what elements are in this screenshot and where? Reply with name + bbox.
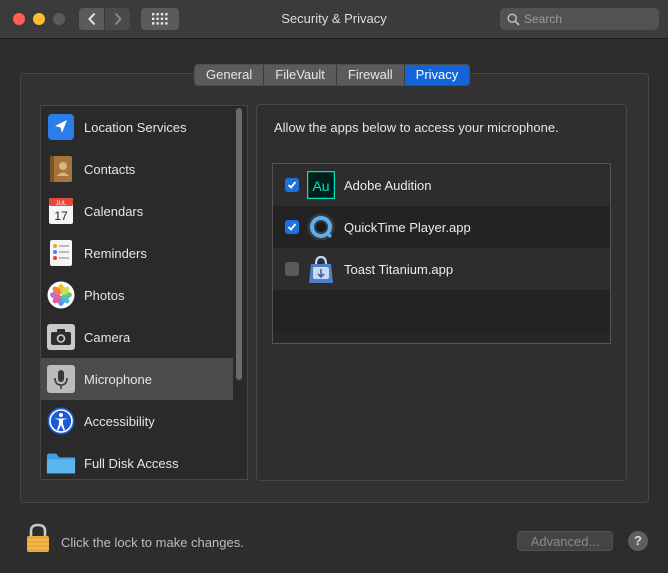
tab-filevault[interactable]: FileVault xyxy=(264,65,337,85)
sidebar-item-label: Photos xyxy=(84,287,125,303)
checkmark-icon xyxy=(287,181,297,189)
calendar-icon: JUL 17 xyxy=(46,196,76,226)
sidebar-item-photos[interactable]: Photos xyxy=(41,274,233,316)
tab-privacy[interactable]: Privacy xyxy=(404,65,470,85)
app-checkbox[interactable] xyxy=(285,262,299,276)
microphone-icon xyxy=(46,364,76,394)
app-checkbox[interactable] xyxy=(285,178,299,192)
sidebar-item-calendars[interactable]: JUL 17 Calendars xyxy=(41,190,233,232)
search-input[interactable] xyxy=(524,12,644,26)
camera-icon xyxy=(46,322,76,352)
lock-status-text: Click the lock to make changes. xyxy=(61,535,244,550)
adobe-audition-icon: Au xyxy=(307,171,335,199)
app-row-empty xyxy=(273,290,610,332)
checkmark-icon xyxy=(287,223,297,231)
title-bar: Security & Privacy xyxy=(0,0,668,39)
help-button[interactable]: ? xyxy=(628,531,648,551)
sidebar-item-label: Calendars xyxy=(84,203,144,219)
sidebar-item-label: Camera xyxy=(84,329,131,345)
lock-button[interactable] xyxy=(26,523,50,558)
sidebar-item-label: Microphone xyxy=(84,371,152,387)
tab-firewall[interactable]: Firewall xyxy=(336,65,405,85)
sidebar-item-location-services[interactable]: Location Services xyxy=(41,106,233,148)
location-arrow-icon xyxy=(46,112,76,142)
tab-bar: General FileVault Firewall Privacy xyxy=(194,64,471,86)
accessibility-person-icon xyxy=(46,406,76,436)
app-name: Adobe Audition xyxy=(344,177,432,193)
photos-flower-icon xyxy=(46,280,76,310)
contacts-book-icon xyxy=(46,154,76,184)
privacy-category-list: Location Services Contacts JUL 17 Calend… xyxy=(40,105,248,480)
quicktime-icon xyxy=(307,213,335,241)
sidebar-item-label: Full Disk Access xyxy=(84,455,179,471)
reminders-list-icon xyxy=(46,238,76,268)
app-row-adobe-audition[interactable]: Au Adobe Audition xyxy=(273,164,610,206)
sidebar-item-contacts[interactable]: Contacts xyxy=(41,148,233,190)
sidebar-item-camera[interactable]: Camera xyxy=(41,316,233,358)
sidebar-item-reminders[interactable]: Reminders xyxy=(41,232,233,274)
sidebar-item-label: Contacts xyxy=(84,161,136,177)
app-row-toast-titanium[interactable]: Toast Titanium.app xyxy=(273,248,610,290)
search-icon xyxy=(507,12,520,26)
lock-icon xyxy=(27,523,49,552)
sidebar-item-label: Accessibility xyxy=(84,413,155,429)
sidebar-item-full-disk-access[interactable]: Full Disk Access xyxy=(41,442,233,479)
toast-titanium-icon xyxy=(307,255,335,283)
microphone-description: Allow the apps below to access your micr… xyxy=(274,120,559,135)
app-name: QuickTime Player.app xyxy=(344,219,471,235)
search-field[interactable] xyxy=(500,8,659,30)
audition-icon-text: Au xyxy=(312,178,329,194)
sidebar-item-label: Location Services xyxy=(84,119,187,135)
sidebar-item-accessibility[interactable]: Accessibility xyxy=(41,400,233,442)
sidebar-scrollbar[interactable] xyxy=(235,108,243,477)
app-list: Au Adobe Audition QuickTime Player.app T… xyxy=(272,163,611,344)
advanced-button[interactable]: Advanced... xyxy=(517,531,613,551)
sidebar-item-label: Reminders xyxy=(84,245,147,261)
app-checkbox[interactable] xyxy=(285,220,299,234)
tab-general[interactable]: General xyxy=(195,65,265,85)
app-name: Toast Titanium.app xyxy=(344,261,454,277)
calendar-month-text: JUL xyxy=(56,201,67,207)
folder-icon xyxy=(46,448,76,478)
sidebar-item-microphone[interactable]: Microphone xyxy=(41,358,233,400)
app-row-quicktime-player[interactable]: QuickTime Player.app xyxy=(273,206,610,248)
calendar-day-text: 17 xyxy=(54,209,68,223)
scrollbar-thumb[interactable] xyxy=(236,108,242,380)
